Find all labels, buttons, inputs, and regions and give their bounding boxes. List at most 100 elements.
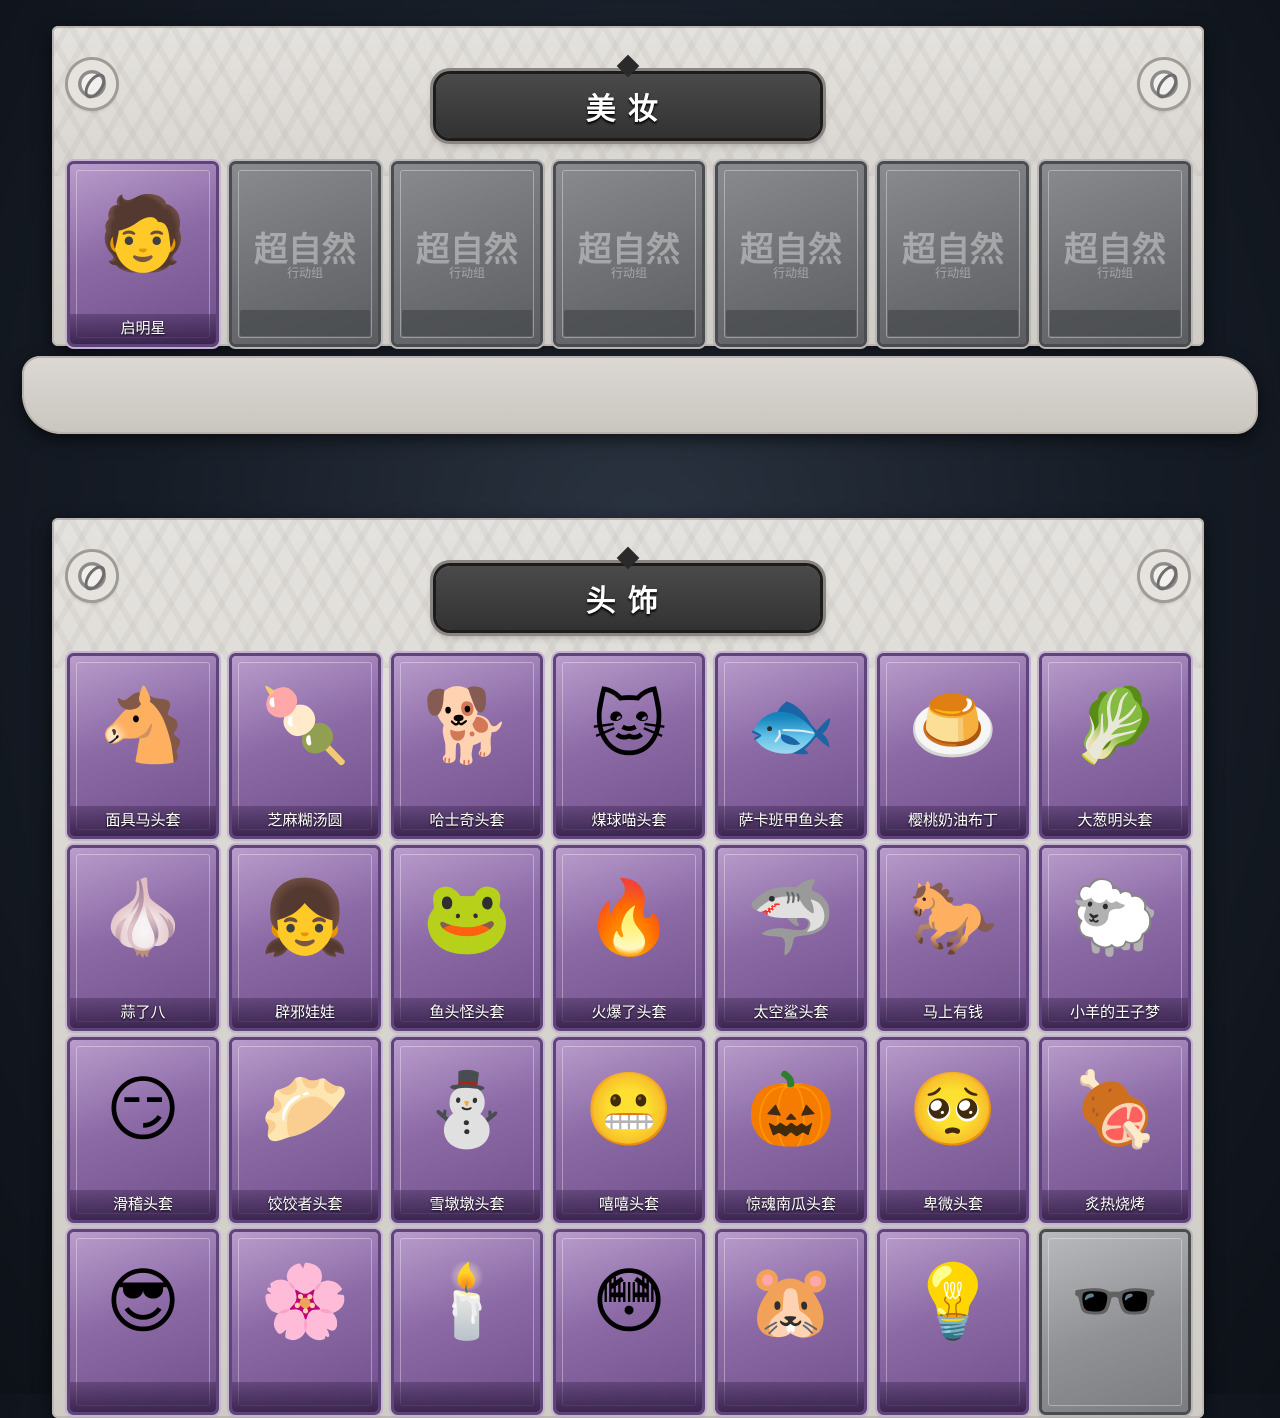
item-card[interactable]: 🐑 小羊的王子梦 bbox=[1042, 848, 1188, 1028]
card-footer bbox=[402, 310, 532, 336]
card-footer bbox=[1050, 310, 1180, 336]
item-card[interactable]: 🧑 启明星 bbox=[70, 164, 216, 344]
card-footer bbox=[564, 310, 694, 336]
makeup-panel: 美妆 🧑 启明星 超自然 行动组 超自然 行动组 超自然 行动组 超自然 行动组 超自然 行动组 超自然… bbox=[52, 26, 1204, 346]
placeholder-logo-sub: 行动组 bbox=[610, 266, 647, 280]
item-icon: 🔥 bbox=[584, 878, 674, 958]
item-icon: 🕯️ bbox=[422, 1262, 512, 1342]
item-icon: 🧑 bbox=[98, 194, 188, 274]
locked-item-card[interactable]: 超自然 行动组 bbox=[394, 164, 540, 344]
headwear-grid: 🐴 面具马头套 🍡 芝麻糊汤圆 🐕 哈士奇头套 🐱 煤球喵头套 🐟 萨卡班甲鱼头套 🍮 樱桃奶油布丁 🥬… bbox=[70, 656, 1188, 1412]
item-icon: 🥺 bbox=[908, 1070, 998, 1150]
section-title-banner: 头饰 bbox=[436, 566, 820, 630]
locked-item-card[interactable]: 超自然 行动组 bbox=[718, 164, 864, 344]
corner-ornament-icon bbox=[1140, 552, 1188, 600]
item-name: 蒜了八 bbox=[70, 998, 216, 1028]
item-card[interactable]: 🐕 哈士奇头套 bbox=[394, 656, 540, 836]
item-icon: 🐟 bbox=[746, 686, 836, 766]
headwear-panel: 头饰 🐴 面具马头套 🍡 芝麻糊汤圆 🐕 哈士奇头套 🐱 煤球喵头套 🐟 萨卡班甲鱼头套 🍮 樱桃奶油… bbox=[52, 518, 1204, 1418]
item-name bbox=[70, 1382, 216, 1412]
item-card[interactable]: 😎 bbox=[70, 1232, 216, 1412]
item-card[interactable]: 💡 bbox=[880, 1232, 1026, 1412]
item-card[interactable]: 😳 bbox=[556, 1232, 702, 1412]
item-icon: 👧 bbox=[260, 878, 350, 958]
item-name bbox=[556, 1382, 702, 1412]
locked-item-card[interactable]: 超自然 行动组 bbox=[232, 164, 378, 344]
item-icon: 😬 bbox=[584, 1070, 674, 1150]
scroll-bottom-edge bbox=[22, 356, 1258, 434]
item-name bbox=[718, 1382, 864, 1412]
item-icon: ⛄ bbox=[422, 1070, 512, 1150]
item-icon: 🦈 bbox=[746, 878, 836, 958]
item-card[interactable]: 🍮 樱桃奶油布丁 bbox=[880, 656, 1026, 836]
item-name: 炙热烧烤 bbox=[1042, 1190, 1188, 1220]
placeholder-logo-sub: 行动组 bbox=[448, 266, 485, 280]
item-card[interactable]: ⛄ 雪墩墩头套 bbox=[394, 1040, 540, 1220]
item-icon: 🍮 bbox=[908, 686, 998, 766]
section-title: 头饰 bbox=[586, 585, 670, 618]
placeholder-logo-sub: 行动组 bbox=[1096, 266, 1133, 280]
item-icon: 🕶️ bbox=[1070, 1262, 1160, 1342]
item-icon: 🐑 bbox=[1070, 878, 1160, 958]
locked-item-card[interactable]: 超自然 行动组 bbox=[880, 164, 1026, 344]
item-name: 辟邪娃娃 bbox=[232, 998, 378, 1028]
item-name: 大葱明头套 bbox=[1042, 806, 1188, 836]
item-name: 萨卡班甲鱼头套 bbox=[718, 806, 864, 836]
card-footer bbox=[888, 310, 1018, 336]
placeholder-logo-sub: 行动组 bbox=[772, 266, 809, 280]
corner-ornament-icon bbox=[68, 552, 116, 600]
item-card[interactable]: 🍡 芝麻糊汤圆 bbox=[232, 656, 378, 836]
item-card[interactable]: 🦈 太空鲨头套 bbox=[718, 848, 864, 1028]
corner-ornament-icon bbox=[68, 60, 116, 108]
item-card[interactable]: 🥟 饺饺者头套 bbox=[232, 1040, 378, 1220]
item-icon: 🎃 bbox=[746, 1070, 836, 1150]
item-icon: 🍡 bbox=[260, 686, 350, 766]
item-card[interactable]: 🐸 鱼头怪头套 bbox=[394, 848, 540, 1028]
item-card[interactable]: 🕶️ bbox=[1042, 1232, 1188, 1412]
item-card[interactable]: 🍖 炙热烧烤 bbox=[1042, 1040, 1188, 1220]
item-card[interactable]: 🐟 萨卡班甲鱼头套 bbox=[718, 656, 864, 836]
item-name bbox=[394, 1382, 540, 1412]
item-card[interactable]: 😬 嘻嘻头套 bbox=[556, 1040, 702, 1220]
corner-ornament-icon bbox=[1140, 60, 1188, 108]
item-name: 滑稽头套 bbox=[70, 1190, 216, 1220]
section-title: 美妆 bbox=[586, 93, 670, 126]
item-card[interactable]: 🧄 蒜了八 bbox=[70, 848, 216, 1028]
item-name: 嘻嘻头套 bbox=[556, 1190, 702, 1220]
item-icon: 😎 bbox=[105, 1262, 181, 1342]
item-name: 面具马头套 bbox=[70, 806, 216, 836]
item-icon: 🐴 bbox=[98, 686, 188, 766]
item-card[interactable]: 🎃 惊魂南瓜头套 bbox=[718, 1040, 864, 1220]
card-footer bbox=[240, 310, 370, 336]
item-icon: 🐹 bbox=[746, 1262, 836, 1342]
item-name: 太空鲨头套 bbox=[718, 998, 864, 1028]
item-icon: 💡 bbox=[908, 1262, 998, 1342]
item-card[interactable]: 👧 辟邪娃娃 bbox=[232, 848, 378, 1028]
item-card[interactable]: 🔥 火爆了头套 bbox=[556, 848, 702, 1028]
item-icon: 🧄 bbox=[98, 878, 188, 958]
locked-item-card[interactable]: 超自然 行动组 bbox=[556, 164, 702, 344]
item-name: 哈士奇头套 bbox=[394, 806, 540, 836]
item-name: 鱼头怪头套 bbox=[394, 998, 540, 1028]
item-name bbox=[880, 1382, 1026, 1412]
item-card[interactable]: 🐴 面具马头套 bbox=[70, 656, 216, 836]
item-icon: 🍖 bbox=[1070, 1070, 1160, 1150]
item-icon: 🥬 bbox=[1070, 686, 1160, 766]
item-name: 火爆了头套 bbox=[556, 998, 702, 1028]
item-name: 芝麻糊汤圆 bbox=[232, 806, 378, 836]
item-card[interactable]: 🐎 马上有钱 bbox=[880, 848, 1026, 1028]
item-card[interactable]: 🐹 bbox=[718, 1232, 864, 1412]
item-icon: 🐸 bbox=[422, 878, 512, 958]
item-card[interactable]: 🥺 卑微头套 bbox=[880, 1040, 1026, 1220]
item-card[interactable]: 🐱 煤球喵头套 bbox=[556, 656, 702, 836]
item-name: 惊魂南瓜头套 bbox=[718, 1190, 864, 1220]
item-card[interactable]: 🌸 bbox=[232, 1232, 378, 1412]
item-icon: 🌸 bbox=[260, 1262, 350, 1342]
item-icon: 😏 bbox=[105, 1070, 181, 1150]
placeholder-logo-sub: 行动组 bbox=[286, 266, 323, 280]
item-card[interactable]: 😏 滑稽头套 bbox=[70, 1040, 216, 1220]
item-card[interactable]: 🥬 大葱明头套 bbox=[1042, 656, 1188, 836]
item-card[interactable]: 🕯️ bbox=[394, 1232, 540, 1412]
item-name: 雪墩墩头套 bbox=[394, 1190, 540, 1220]
locked-item-card[interactable]: 超自然 行动组 bbox=[1042, 164, 1188, 344]
